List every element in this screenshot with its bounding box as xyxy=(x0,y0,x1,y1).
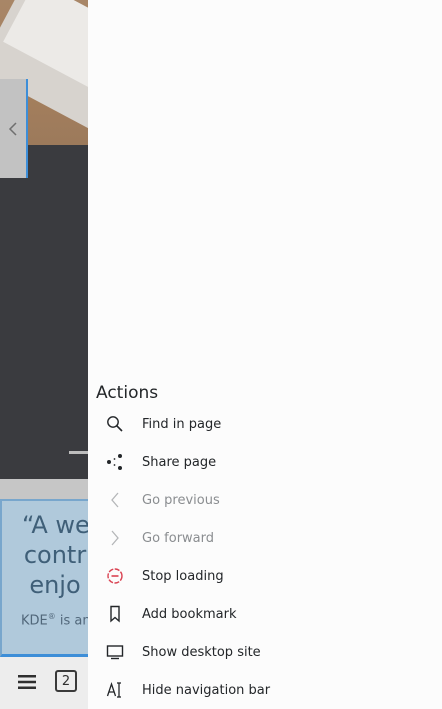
search-icon xyxy=(105,414,125,434)
chevron-left-icon xyxy=(8,121,17,136)
text-cursor-icon xyxy=(105,680,125,700)
go-previous-label: Go previous xyxy=(142,492,220,508)
add-bookmark-label: Add bookmark xyxy=(142,606,237,622)
add-bookmark-action[interactable]: Add bookmark xyxy=(88,595,442,633)
share-page-label: Share page xyxy=(142,454,217,470)
go-previous-action[interactable]: Go previous xyxy=(88,481,442,519)
tabs-button[interactable]: 2 xyxy=(55,670,77,692)
stop-loading-action[interactable]: Stop loading xyxy=(88,557,442,595)
chevron-right-icon xyxy=(105,528,125,548)
go-forward-label: Go forward xyxy=(142,530,215,546)
tab-count: 2 xyxy=(61,673,71,689)
menu-button[interactable] xyxy=(15,668,39,696)
actions-drawer: Actions Find in page Share page Go previ… xyxy=(88,0,442,709)
kde-description: KDE® is an xyxy=(21,612,88,628)
share-icon xyxy=(105,452,125,472)
registered-mark: ® xyxy=(47,612,56,621)
hide-navigation-bar-action[interactable]: Hide navigation bar xyxy=(88,671,442,709)
carousel-prev-button[interactable] xyxy=(0,79,28,178)
stop-loading-label: Stop loading xyxy=(142,568,224,584)
hide-navigation-bar-label: Hide navigation bar xyxy=(142,682,271,698)
find-in-page-label: Find in page xyxy=(142,416,222,432)
go-forward-action[interactable]: Go forward xyxy=(88,519,442,557)
monitor-icon xyxy=(105,642,125,662)
kde-description-rest: is an xyxy=(55,613,88,629)
find-in-page-action[interactable]: Find in page xyxy=(88,405,442,443)
bookmark-icon xyxy=(105,604,125,624)
show-desktop-site-label: Show desktop site xyxy=(142,644,261,660)
drawer-heading: Actions xyxy=(96,383,159,403)
kde-name: KDE xyxy=(21,613,48,629)
stop-icon xyxy=(105,566,125,586)
hamburger-menu-icon xyxy=(18,675,36,689)
share-page-action[interactable]: Share page xyxy=(88,443,442,481)
chevron-left-icon xyxy=(105,490,125,510)
show-desktop-site-action[interactable]: Show desktop site xyxy=(88,633,442,671)
quote-text: “A we contr enjo xyxy=(22,511,88,599)
